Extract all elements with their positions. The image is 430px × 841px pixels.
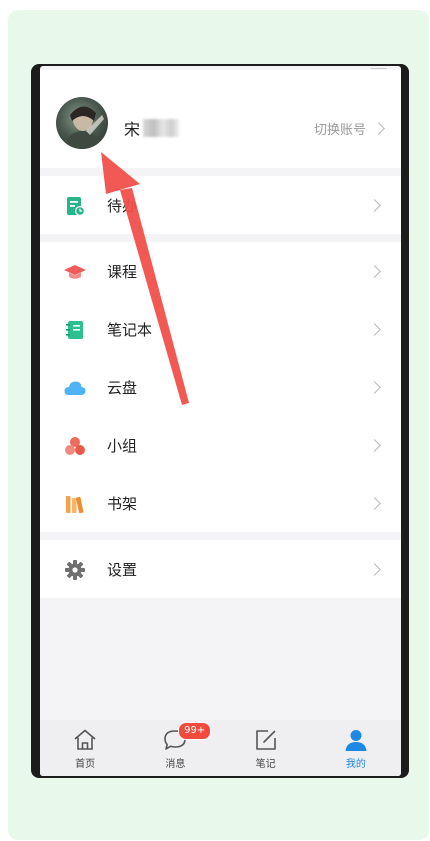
avatar[interactable] xyxy=(56,97,108,149)
menu-item-label: 书架 xyxy=(107,494,138,513)
home-icon xyxy=(74,729,96,750)
menu-group-settings: 设置 xyxy=(40,540,401,598)
menu-item-notebook[interactable]: 笔记本 xyxy=(40,300,401,358)
chevron-right-icon xyxy=(368,322,381,336)
menu-item-course[interactable]: 课程 xyxy=(40,242,401,300)
menu-item-label: 设置 xyxy=(107,560,138,579)
menu-group-todo: 待办 xyxy=(40,176,401,234)
menu-item-label: 笔记本 xyxy=(107,320,153,339)
menu-item-label: 小组 xyxy=(107,436,138,455)
message-badge: 99+ xyxy=(178,722,212,740)
person-icon xyxy=(345,730,367,751)
notebook-icon xyxy=(66,321,83,339)
switch-account-button[interactable]: 切换账号 xyxy=(313,119,385,138)
tab-home[interactable]: 首页 xyxy=(40,720,130,776)
bookshelf-icon xyxy=(66,496,84,514)
app-screen: 宋 切换账号 待办 课程 笔记本 云盘 小组 书架 设置 首页 99+ 消息 笔… xyxy=(40,66,401,776)
chevron-right-icon xyxy=(368,438,381,452)
tab-label: 首页 xyxy=(75,759,96,770)
tab-label: 我的 xyxy=(345,759,366,770)
chevron-right-icon xyxy=(368,496,381,510)
gear-icon xyxy=(65,560,85,580)
menu-group-main: 课程 笔记本 云盘 小组 书架 xyxy=(40,242,401,532)
menu-item-group[interactable]: 小组 xyxy=(40,416,401,474)
todo-icon xyxy=(67,197,85,216)
chevron-right-icon xyxy=(368,380,381,394)
user-name: 宋 xyxy=(124,120,141,139)
menu-item-cloud[interactable]: 云盘 xyxy=(40,358,401,416)
tab-label: 消息 xyxy=(165,759,186,770)
phone-frame: 宋 切换账号 待办 课程 笔记本 云盘 小组 书架 设置 首页 99+ 消息 笔… xyxy=(31,64,409,778)
chevron-right-icon xyxy=(368,562,381,576)
note-edit-icon xyxy=(255,730,276,750)
profile-header[interactable]: 宋 切换账号 xyxy=(40,70,401,168)
group-icon xyxy=(65,437,85,455)
menu-item-bookshelf[interactable]: 书架 xyxy=(40,474,401,532)
avatar-image xyxy=(64,106,104,149)
tab-notes[interactable]: 笔记 xyxy=(221,720,311,776)
status-indicator xyxy=(371,66,387,69)
tab-label: 笔记 xyxy=(255,759,276,770)
menu-item-label: 云盘 xyxy=(107,378,138,397)
user-name-row: 宋 xyxy=(124,117,180,139)
tab-messages[interactable]: 99+ 消息 xyxy=(130,720,220,776)
user-name-blurred xyxy=(143,119,180,137)
menu-item-todo[interactable]: 待办 xyxy=(40,176,401,234)
chevron-right-icon xyxy=(368,198,381,212)
menu-item-label: 待办 xyxy=(107,196,138,215)
tab-me[interactable]: 我的 xyxy=(311,720,401,776)
menu-item-label: 课程 xyxy=(107,262,138,281)
menu-item-settings[interactable]: 设置 xyxy=(40,540,401,598)
switch-account-label: 切换账号 xyxy=(313,123,366,138)
cloud-icon xyxy=(64,381,86,395)
chevron-right-icon xyxy=(372,122,385,135)
chevron-right-icon xyxy=(368,264,381,278)
bottom-tab-bar: 首页 99+ 消息 笔记 我的 xyxy=(40,720,401,776)
course-cap-icon xyxy=(64,265,86,279)
